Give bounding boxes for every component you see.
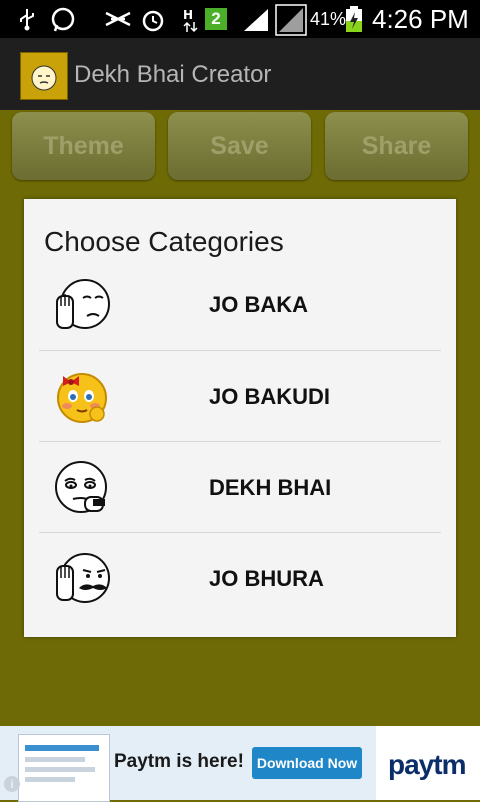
category-label: DEKH BHAI [209, 475, 332, 500]
ad-info-icon[interactable]: i [4, 776, 20, 792]
theme-button[interactable]: Theme [12, 112, 155, 180]
signal-icon [244, 9, 268, 31]
blushing-girl-emoji-icon [57, 373, 107, 423]
category-item-jo-baka[interactable]: JO BAKA [39, 259, 441, 349]
mustache-face-icon [56, 553, 110, 603]
categories-dialog: Choose Categories JO BAKA JO BAKUDI DEKH… [24, 199, 456, 637]
category-label: JO BAKA [209, 292, 309, 317]
mute-icon [105, 11, 131, 27]
clock: 4:26 PM [372, 4, 469, 34]
face-palm-icon [56, 279, 110, 329]
category-item-dekh-bhai[interactable]: DEKH BHAI [39, 442, 441, 532]
whatsapp-icon [51, 7, 75, 32]
usb-icon [20, 9, 34, 31]
ad-screenshot-image [18, 734, 110, 802]
share-button[interactable]: Share [325, 112, 468, 180]
data-icon: H [183, 8, 198, 33]
download-now-button[interactable]: Download Now [252, 747, 362, 779]
sleepy-face-icon [55, 461, 107, 513]
save-button[interactable]: Save [168, 112, 311, 180]
category-label: JO BAKUDI [209, 384, 331, 409]
paytm-logo: paytm [388, 749, 466, 780]
ad-text: Paytm is here! [114, 751, 244, 772]
category-item-jo-bakudi[interactable]: JO BAKUDI [39, 351, 441, 441]
battery-percent: 41% [310, 9, 347, 29]
dialog-title: Choose Categories [44, 226, 284, 257]
alarm-icon [142, 10, 164, 32]
category-item-jo-bhura[interactable]: JO BHURA [39, 533, 441, 623]
battery-icon [346, 6, 362, 32]
svg-text:H: H [183, 8, 193, 22]
signal-icon [275, 4, 307, 36]
app-logo-icon [20, 52, 68, 100]
sim-icon: 2 [205, 8, 227, 30]
status-bar: H 2 41% 4:26 PM [0, 0, 480, 38]
category-label: JO BHURA [209, 566, 324, 591]
app-title: Dekh Bhai Creator [74, 61, 272, 88]
